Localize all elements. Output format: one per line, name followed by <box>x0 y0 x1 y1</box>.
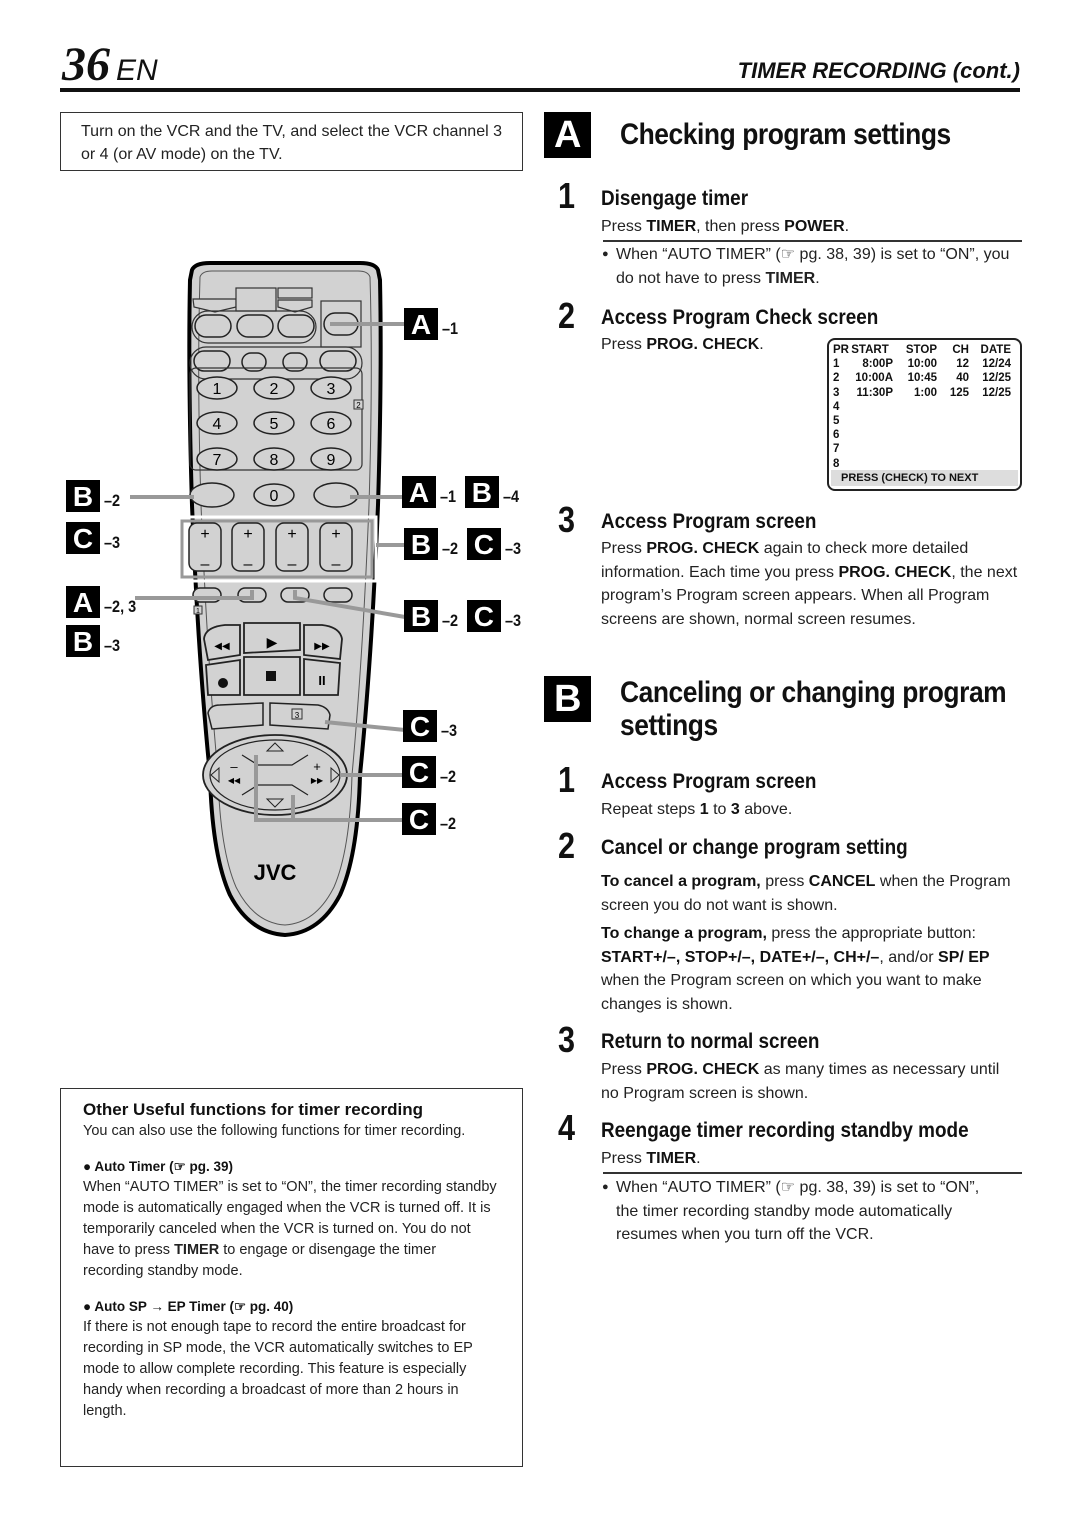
stop-icon <box>266 671 276 681</box>
step-b2-cancel-text: To cancel a program, press CANCEL when t… <box>601 873 1011 914</box>
step-a2-number: 2 <box>558 295 576 336</box>
pause-icon: II <box>318 673 325 688</box>
svg-text:+: + <box>287 526 296 543</box>
skip-forward-icon: ▶▶ <box>311 776 324 785</box>
key-3: 3 <box>327 381 336 398</box>
auto-sp-ep-title: ● Auto SP → EP Timer (☞ pg. 40) <box>83 1299 294 1314</box>
key-8: 8 <box>270 452 279 469</box>
page-language: EN <box>116 54 158 87</box>
svg-text:2: 2 <box>356 401 361 410</box>
step-b4-rule <box>603 1172 1022 1174</box>
key-2: 2 <box>270 381 279 398</box>
callout-c2-2: C –2 <box>402 803 465 835</box>
step-a3-number: 3 <box>558 499 576 540</box>
header-rule <box>60 88 1020 92</box>
svg-text:–: – <box>332 556 341 573</box>
step-a1-note: When “AUTO TIMER” (☞ pg. 38, 39) is set … <box>602 243 1022 290</box>
key-4: 4 <box>213 416 222 433</box>
key-9: 9 <box>327 452 336 469</box>
svg-text:+: + <box>200 526 209 543</box>
section-b-badge: B <box>544 676 591 722</box>
callout-left-a23: A –2, 3 <box>66 586 148 618</box>
osd-row: 4 <box>833 400 840 413</box>
step-b2-heading: Cancel or change program setting <box>601 836 908 859</box>
auto-sp-ep-text: If there is not enough tape to record th… <box>83 1319 473 1419</box>
callout-b2-c3: B –2 C –3 <box>404 528 530 560</box>
other-functions-intro: You can also use the following functions… <box>83 1123 466 1139</box>
callout-c3: C –3 <box>403 710 466 742</box>
osd-header-row: PR START STOP CH DATE <box>833 344 1011 356</box>
svg-text:3: 3 <box>295 711 300 720</box>
step-a1-text: Press TIMER, then press POWER. <box>601 218 850 235</box>
svg-text:–: – <box>244 556 253 573</box>
svg-text:+: + <box>313 759 321 774</box>
step-a2-text: Press PROG. CHECK. <box>601 336 764 353</box>
setup-note: Turn on the VCR and the TV, and select t… <box>60 112 523 171</box>
step-b2-change-text: To change a program, press the appropria… <box>601 925 990 1013</box>
osd-row: 3 11:30P 1:00 125 12/25 <box>833 386 1011 399</box>
auto-timer-title: ● Auto Timer (☞ pg. 39) <box>83 1159 234 1174</box>
osd-row: 8 <box>833 457 840 470</box>
skip-back-icon: ◀◀ <box>228 776 241 785</box>
step-b1-number: 1 <box>558 759 576 800</box>
osd-row: 2 10:00A 10:45 40 12/25 <box>833 372 1011 385</box>
callout-c2: C –2 <box>402 756 465 788</box>
svg-text:1: 1 <box>196 608 200 615</box>
step-a3-heading: Access Program screen <box>601 510 817 533</box>
step-b2-number: 2 <box>558 825 576 866</box>
rewind-icon: ◀◀ <box>214 641 230 652</box>
svg-text:–: – <box>288 556 297 573</box>
callout-left-b2: B –2 <box>66 480 129 512</box>
svg-text:+: + <box>331 526 340 543</box>
key-6: 6 <box>327 416 336 433</box>
step-a3-text: Press PROG. CHECK again to check more de… <box>601 540 1018 628</box>
auto-timer-text: When “AUTO TIMER” is set to “ON”, the ti… <box>83 1179 497 1279</box>
step-b4-text: Press TIMER. <box>601 1150 701 1167</box>
step-b1-heading: Access Program screen <box>601 770 817 793</box>
key-5: 5 <box>270 416 279 433</box>
remote-brand-logo: JVC <box>254 860 297 885</box>
svg-text:–: – <box>230 759 238 774</box>
step-b3-text: Press PROG. CHECK as many times as neces… <box>601 1061 1000 1102</box>
callout-left-b3: B –3 <box>66 625 129 657</box>
other-functions-title: Other Useful functions for timer recordi… <box>83 1100 424 1119</box>
callout-left-c3: C –3 <box>66 522 129 554</box>
osd-row: 5 <box>833 414 840 427</box>
record-icon <box>218 678 228 688</box>
svg-text:–: – <box>201 556 210 573</box>
step-a1-rule <box>603 240 1022 242</box>
navigation-pad: – + ◀◀ ▶▶ <box>202 734 348 816</box>
callout-a1: A –1 <box>404 308 467 340</box>
section-a-badge: A <box>544 112 591 158</box>
other-functions-box: Other Useful functions for timer recordi… <box>60 1088 523 1467</box>
step-b4-heading: Reengage timer recording standby mode <box>601 1119 969 1142</box>
step-a1-number: 1 <box>558 175 576 216</box>
step-a2-heading: Access Program Check screen <box>601 306 879 329</box>
step-b3-heading: Return to normal screen <box>601 1030 820 1053</box>
step-b1-text: Repeat steps 1 to 3 above. <box>601 801 793 818</box>
callout-a1-b4: A –1 B –4 <box>402 476 528 508</box>
osd-row: 1 8:00P 10:00 12 12/24 <box>833 358 1011 371</box>
osd-footer: PRESS (CHECK) TO NEXT <box>831 470 1018 486</box>
step-b4-number: 4 <box>558 1107 576 1148</box>
key-0: 0 <box>270 488 279 505</box>
step-b3-number: 3 <box>558 1019 576 1060</box>
program-check-screen: PR START STOP CH DATE 1 8:00P 10:00 12 12/24 2 10… <box>827 338 1022 491</box>
section-header: TIMER RECORDING (cont.) <box>737 58 1020 83</box>
step-a1-heading: Disengage timer <box>601 187 749 210</box>
section-a-title: A Checking program settings <box>544 112 1044 160</box>
play-icon: ▶ <box>267 634 278 650</box>
svg-text:+: + <box>243 526 252 543</box>
section-b-title: B Canceling or changing program settings <box>544 676 1044 746</box>
callout-b2-c3-2: B –2 C –3 <box>404 600 530 632</box>
osd-row: 7 <box>833 443 840 456</box>
fast-forward-icon: ▶▶ <box>314 641 330 652</box>
key-7: 7 <box>213 452 222 469</box>
osd-row: 6 <box>833 429 840 442</box>
key-1: 1 <box>213 381 222 398</box>
step-b4-note: When “AUTO TIMER” (☞ pg. 38, 39) is set … <box>602 1176 992 1247</box>
